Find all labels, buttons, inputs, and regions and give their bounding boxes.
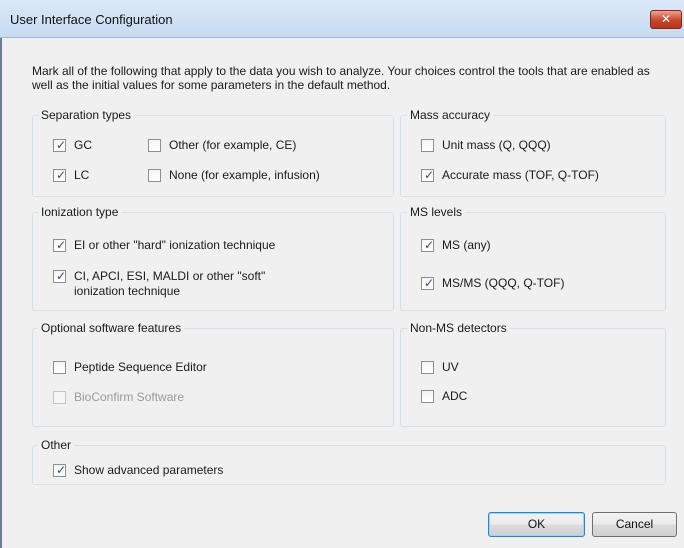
checkmark-icon: ✓ xyxy=(424,238,435,252)
uv-label: UV xyxy=(442,360,459,374)
unit-mass-checkbox-box[interactable]: ✓ xyxy=(421,139,434,152)
ei-hard-label: EI or other "hard" ionization technique xyxy=(74,238,276,252)
uv-checkbox-box[interactable]: ✓ xyxy=(421,361,434,374)
mass-accuracy-label: Mass accuracy xyxy=(407,108,494,122)
checkbox-adc[interactable]: ✓ ADC xyxy=(421,389,467,404)
window-left-border xyxy=(0,0,2,548)
bioconfirm-label: BioConfirm Software xyxy=(74,390,185,404)
none-separation-checkbox-box[interactable]: ✓ xyxy=(148,169,161,182)
gc-label: GC xyxy=(74,138,92,152)
checkbox-bioconfirm: ✓ BioConfirm Software xyxy=(53,390,184,405)
ms-levels-label: MS levels xyxy=(407,205,466,219)
ms-any-checkbox-box[interactable]: ✓ xyxy=(421,238,435,252)
checkbox-show-advanced-parameters[interactable]: ✓ Show advanced parameters xyxy=(53,463,223,478)
checkbox-uv[interactable]: ✓ UV xyxy=(421,360,459,375)
other-label: Other xyxy=(38,438,75,452)
gc-checkbox-box[interactable]: ✓ xyxy=(53,138,67,152)
separation-types-group: Separation types xyxy=(32,108,394,197)
checkbox-none-separation[interactable]: ✓ None (for example, infusion) xyxy=(148,168,320,183)
non-ms-detectors-group: Non-MS detectors xyxy=(400,321,666,427)
soft-ionization-label-line1: CI, APCI, ESI, MALDI or other "soft" xyxy=(74,269,266,283)
checkbox-soft-ionization[interactable]: ✓ CI, APCI, ESI, MALDI or other "soft" i… xyxy=(53,269,265,299)
peptide-editor-checkbox-box[interactable]: ✓ xyxy=(53,361,66,374)
checkbox-ms-ms[interactable]: ✓ MS/MS (QQQ, Q-TOF) xyxy=(421,276,564,291)
lc-label: LC xyxy=(74,168,90,182)
checkmark-icon: ✓ xyxy=(56,463,67,477)
title-bar[interactable]: User Interface Configuration ✕ xyxy=(0,0,684,38)
checkmark-icon: ✓ xyxy=(56,168,67,182)
close-icon: ✕ xyxy=(660,12,672,26)
checkbox-lc[interactable]: ✓ LC xyxy=(53,168,89,183)
window-title: User Interface Configuration xyxy=(10,12,173,27)
intro-text: Mark all of the following that apply to … xyxy=(32,64,650,92)
checkmark-icon: ✓ xyxy=(56,238,67,252)
soft-ionization-checkbox-box[interactable]: ✓ xyxy=(53,269,67,283)
soft-ionization-label: CI, APCI, ESI, MALDI or other "soft" ion… xyxy=(74,269,265,299)
close-button[interactable]: ✕ xyxy=(650,10,682,29)
accurate-mass-checkbox-box[interactable]: ✓ xyxy=(421,168,435,182)
lc-checkbox-box[interactable]: ✓ xyxy=(53,168,67,182)
peptide-editor-label: Peptide Sequence Editor xyxy=(74,360,207,374)
checkbox-unit-mass[interactable]: ✓ Unit mass (Q, QQQ) xyxy=(421,138,551,153)
checkbox-accurate-mass[interactable]: ✓ Accurate mass (TOF, Q-TOF) xyxy=(421,168,599,183)
other-separation-label: Other (for example, CE) xyxy=(169,138,297,152)
checkmark-icon: ✓ xyxy=(56,269,67,283)
non-ms-detectors-label: Non-MS detectors xyxy=(407,321,510,335)
optional-features-group: Optional software features xyxy=(32,321,394,427)
checkbox-ei-hard[interactable]: ✓ EI or other "hard" ionization techniqu… xyxy=(53,238,275,253)
other-separation-checkbox-box[interactable]: ✓ xyxy=(148,139,161,152)
mass-accuracy-group: Mass accuracy xyxy=(400,108,666,197)
ms-ms-label: MS/MS (QQQ, Q-TOF) xyxy=(442,276,565,290)
checkbox-gc[interactable]: ✓ GC xyxy=(53,138,92,153)
checkmark-icon: ✓ xyxy=(424,276,435,290)
soft-ionization-label-line2: ionization technique xyxy=(74,284,181,298)
cancel-button[interactable]: Cancel xyxy=(592,512,677,537)
advanced-params-label: Show advanced parameters xyxy=(74,463,224,477)
optional-features-label: Optional software features xyxy=(38,321,185,335)
checkbox-other-separation[interactable]: ✓ Other (for example, CE) xyxy=(148,138,296,153)
ei-hard-checkbox-box[interactable]: ✓ xyxy=(53,238,67,252)
none-separation-label: None (for example, infusion) xyxy=(169,168,320,182)
checkmark-icon: ✓ xyxy=(424,168,435,182)
adc-checkbox-box[interactable]: ✓ xyxy=(421,390,434,403)
ok-button[interactable]: OK xyxy=(488,512,585,537)
accurate-mass-label: Accurate mass (TOF, Q-TOF) xyxy=(442,168,599,182)
ionization-type-label: Ionization type xyxy=(38,205,122,219)
ms-any-label: MS (any) xyxy=(442,238,491,252)
ms-levels-group: MS levels xyxy=(400,205,666,311)
checkbox-peptide-sequence-editor[interactable]: ✓ Peptide Sequence Editor xyxy=(53,360,207,375)
checkbox-ms-any[interactable]: ✓ MS (any) xyxy=(421,238,491,253)
advanced-params-checkbox-box[interactable]: ✓ xyxy=(53,463,67,477)
ms-ms-checkbox-box[interactable]: ✓ xyxy=(421,276,435,290)
adc-label: ADC xyxy=(442,389,468,403)
bioconfirm-checkbox-box: ✓ xyxy=(53,391,66,404)
dialog-window: User Interface Configuration ✕ Mark all … xyxy=(0,0,684,548)
separation-types-label: Separation types xyxy=(38,108,135,122)
checkmark-icon: ✓ xyxy=(56,138,67,152)
unit-mass-label: Unit mass (Q, QQQ) xyxy=(442,138,551,152)
